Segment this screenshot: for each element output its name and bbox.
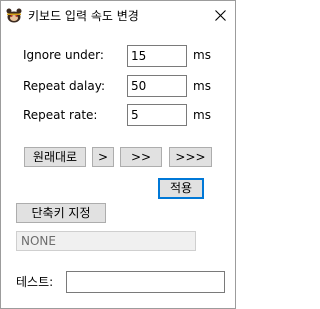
close-icon: [215, 10, 226, 21]
hotkey-display-field: NONE: [16, 231, 196, 251]
repeat-delay-input[interactable]: 50: [127, 75, 187, 97]
ignore-under-input[interactable]: 15: [127, 45, 187, 67]
title-bar: 키보드 입력 속도 변경: [1, 1, 235, 31]
faster-2-button[interactable]: >>: [120, 147, 162, 167]
test-label: 테스트:: [16, 275, 54, 289]
repeat-delay-unit: ms: [193, 79, 211, 93]
repeat-rate-input[interactable]: 5: [127, 104, 187, 126]
repeat-delay-label: Repeat dalay:: [23, 79, 105, 93]
ignore-under-unit: ms: [193, 48, 211, 62]
set-hotkey-button[interactable]: 단축키 지정: [16, 203, 106, 223]
test-input[interactable]: [66, 271, 225, 293]
faster-3-button[interactable]: >>>: [169, 147, 212, 167]
repeat-rate-label: Repeat rate:: [23, 108, 98, 122]
close-button[interactable]: [205, 1, 235, 30]
apply-button[interactable]: 적용: [158, 178, 204, 199]
ignore-under-label: Ignore under:: [23, 48, 104, 62]
keyboard-speed-window: 키보드 입력 속도 변경 Ignore under: 15 ms Repeat …: [0, 0, 236, 309]
reset-button[interactable]: 원래대로: [24, 147, 86, 167]
app-icon: [6, 8, 22, 23]
window-title: 키보드 입력 속도 변경: [28, 9, 139, 23]
repeat-rate-unit: ms: [193, 108, 211, 122]
faster-1-button[interactable]: >: [92, 147, 114, 167]
